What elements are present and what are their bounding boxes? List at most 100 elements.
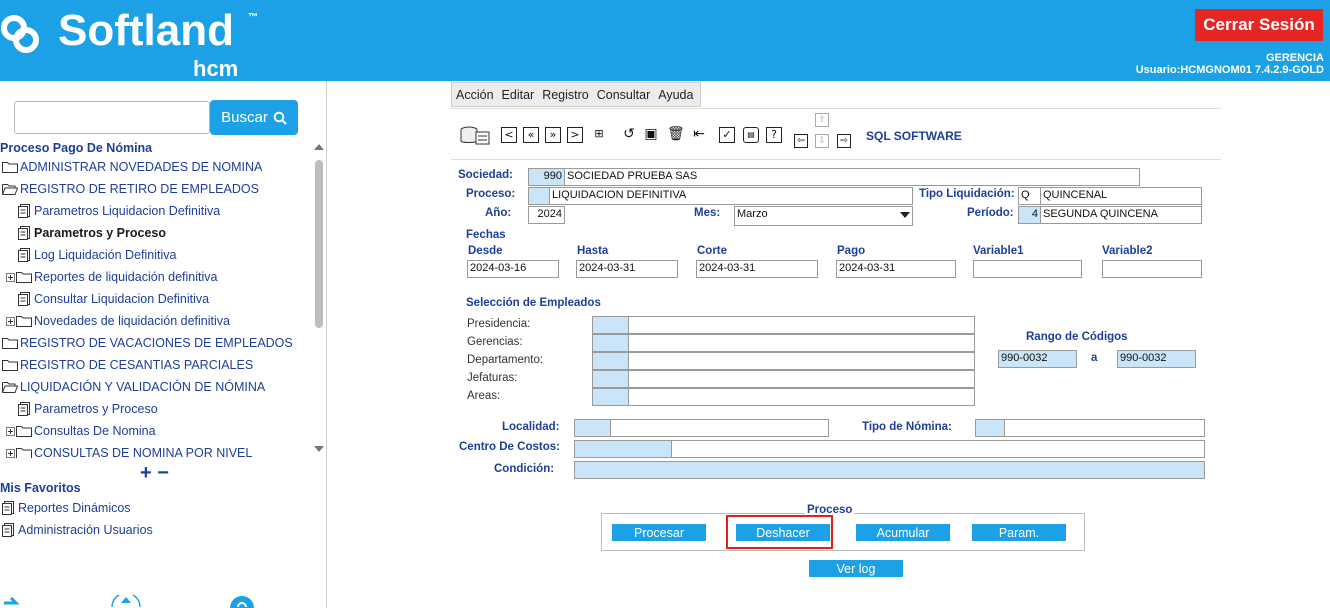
pago-field[interactable]: 2024-03-31 [836,260,956,278]
search-input[interactable] [14,101,210,134]
tree-item-parametros-proceso-2[interactable]: Parametros y Proceso [18,399,158,419]
localidad-code-field[interactable] [574,419,611,437]
scroll-down-icon[interactable] [314,446,324,452]
right-arrow-icon[interactable]: ⇨ [837,134,851,148]
jefaturas-code-field[interactable] [592,370,629,388]
tipo-liquidacion-code-field[interactable]: Q [1018,187,1041,205]
ver-log-button[interactable]: Ver log [809,560,903,577]
variable2-field[interactable] [1102,260,1202,278]
folder-icon [16,272,32,283]
prev-record-icon[interactable]: < [501,127,517,143]
tree-item-liquidacion-validacion[interactable]: LIQUIDACIÓN Y VALIDACIÓN DE NÓMINA [2,377,265,397]
menu-ayuda[interactable]: Ayuda [654,88,697,102]
tree-item-registro-cesantias[interactable]: REGISTRO DE CESANTIAS PARCIALES [2,355,253,375]
header-bar: Softland ™ hcm Cerrar Sesión GERENCIA Us… [0,0,1330,81]
variable1-label: Variable1 [973,245,1024,257]
print-icon[interactable]: ▤ [743,127,759,143]
company-label: GERENCIA [1265,52,1324,64]
insert-record-icon[interactable]: ⊞ [591,127,607,143]
expand-collapse-controls[interactable]: + − [140,462,169,485]
corte-field[interactable]: 2024-03-31 [696,260,818,278]
rango-hasta-field[interactable]: 990-0032 [1117,350,1196,368]
search-button[interactable]: Buscar [210,100,298,135]
tree-item-consultas-nomina[interactable]: Consultas De Nomina [6,421,156,441]
presidencia-code-field[interactable] [592,316,629,334]
localidad-label: Localidad: [502,421,560,433]
menu-editar[interactable]: Editar [498,88,539,102]
variable1-field[interactable] [973,260,1082,278]
scroll-up-icon[interactable] [314,144,324,150]
upload-icon[interactable] [110,595,142,608]
tree-item-consultar-liquidacion[interactable]: Consultar Liquidacion Definitiva [18,289,209,309]
periodo-code-field[interactable]: 4 [1018,206,1041,224]
proceso-name-field: LIQUIDACION DEFINITIVA [549,187,913,205]
folder-icon [16,316,32,327]
rango-desde-field[interactable]: 990-0032 [998,350,1077,368]
procesar-button[interactable]: Procesar [612,524,706,541]
areas-code-field[interactable] [592,388,629,406]
search-icon [273,111,287,125]
expand-icon[interactable] [6,316,15,326]
acumular-button[interactable]: Acumular [856,524,950,541]
next-record-icon[interactable]: > [567,127,583,143]
centro-costos-code-field[interactable] [574,440,672,458]
localidad-name-field [610,419,829,437]
tree-item-parametros-proceso-selected[interactable]: Parametros y Proceso [18,223,166,243]
tree-item-administrar-novedades[interactable]: ADMINISTRAR NOVEDADES DE NOMINA [2,157,262,177]
tree-item-parametros-liquidacion[interactable]: Parametros Liquidacion Definitiva [18,201,220,221]
down-arrow-icon[interactable]: ⇩ [815,134,829,148]
favorite-reportes-dinamicos[interactable]: Reportes Dinámicos [2,498,131,518]
presidencia-label: Presidencia: [467,318,531,330]
departamento-code-field[interactable] [592,352,629,370]
tree-item-novedades-liquidacion[interactable]: Novedades de liquidación definitiva [6,311,230,331]
tree-item-label: CONSULTAS DE NOMINA POR NIVEL [34,446,253,458]
favorites-title[interactable]: Mis Favoritos [0,481,81,495]
left-arrow-icon[interactable]: ⇦ [794,134,808,148]
tree-root[interactable]: Proceso Pago De Nómina [0,138,152,158]
tree-item-registro-vacaciones[interactable]: REGISTRO DE VACACIONES DE EMPLEADOS [2,333,293,353]
hasta-label: Hasta [577,245,609,257]
save-icon[interactable]: ▣ [643,127,659,143]
tree-item-reportes-liquidacion[interactable]: Reportes de liquidación definitiva [6,267,217,287]
sql-software-label: SQL SOFTWARE [866,129,962,143]
help-circle-icon[interactable] [228,595,256,608]
menu-accion[interactable]: Acción [452,88,498,102]
delete-icon[interactable]: 🗑︎ [667,127,685,143]
pago-label: Pago [837,245,866,257]
sociedad-code-field[interactable]: 990 [528,168,565,186]
anio-field[interactable]: 2024 [528,206,565,224]
expand-icon[interactable] [6,448,15,458]
hasta-field[interactable]: 2024-03-31 [576,260,678,278]
check-icon[interactable]: ✓ [719,127,735,143]
first-record-icon[interactable]: « [523,127,539,143]
desde-field[interactable]: 2024-03-16 [467,260,559,278]
last-record-icon[interactable]: » [545,127,561,143]
arrow-right-icon[interactable] [4,597,22,608]
scrollbar-thumb[interactable] [315,160,323,328]
favorite-administracion-usuarios[interactable]: Administración Usuarios [2,520,153,540]
undo-icon[interactable]: ↺ [621,127,637,143]
expand-icon[interactable] [6,272,15,282]
logout-button[interactable]: Cerrar Sesión [1195,9,1323,41]
tree-item-log-liquidacion[interactable]: Log Liquidación Definitiva [18,245,176,265]
gerencias-code-field[interactable] [592,334,629,352]
condicion-field[interactable] [574,461,1205,479]
expand-icon[interactable] [6,426,15,436]
help-icon[interactable]: ? [766,127,782,143]
tree-item-consultas-nivel[interactable]: CONSULTAS DE NOMINA POR NIVEL [6,443,252,458]
param-button[interactable]: Param. [972,524,1066,541]
tree-item-label: Consultas De Nomina [34,424,156,438]
tree-scrollbar[interactable] [312,138,326,458]
mes-select[interactable]: Marzo [734,206,913,226]
periodo-label: Período: [967,207,1014,219]
tree-item-registro-retiro[interactable]: REGISTRO DE RETIRO DE EMPLEADOS [2,179,259,199]
menu-registro[interactable]: Registro [538,88,593,102]
database-icon[interactable] [459,126,491,146]
menu-tree: Proceso Pago De Nómina ADMINISTRAR NOVED… [0,138,312,458]
gerencias-label: Gerencias: [467,336,523,348]
menu-consultar[interactable]: Consultar [593,88,655,102]
exit-icon[interactable]: ⇤ [691,127,707,143]
tipo-nomina-code-field[interactable] [975,419,1005,437]
tree-item-label: Consultar Liquidacion Definitiva [34,292,210,306]
up-arrow-icon[interactable]: ⇧ [815,113,829,127]
